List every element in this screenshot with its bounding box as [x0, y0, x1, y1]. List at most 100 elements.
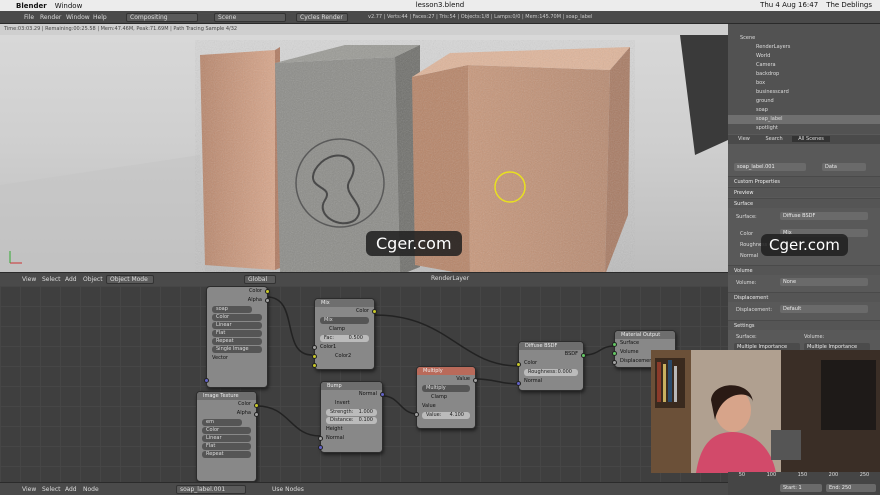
- panel-surface[interactable]: Surface: [728, 198, 880, 208]
- panel-settings[interactable]: Settings: [728, 320, 880, 330]
- it1-source-dropdown[interactable]: Single Image: [212, 346, 262, 353]
- socket[interactable]: [204, 378, 209, 383]
- 3d-viewport[interactable]: Cger.com: [0, 35, 728, 272]
- bump-distance-field[interactable]: Distance: 0.100: [326, 417, 377, 424]
- socket[interactable]: [516, 362, 521, 367]
- outliner-item-world[interactable]: World: [728, 52, 880, 61]
- socket[interactable]: [581, 353, 586, 358]
- bump-invert[interactable]: Invert: [321, 399, 382, 408]
- material-slot-field[interactable]: soap_label.001: [734, 163, 806, 171]
- multiply-value-field[interactable]: Value: 4.100: [422, 412, 470, 419]
- vp-menu-add[interactable]: Add: [65, 276, 77, 283]
- it2-projection-dropdown[interactable]: Flat: [202, 443, 251, 450]
- vp-menu-object[interactable]: Object: [83, 276, 103, 283]
- outliner-search-label[interactable]: Search: [765, 136, 782, 142]
- outliner-item-renderlayers[interactable]: RenderLayers: [728, 43, 880, 52]
- node-diffuse-bsdf[interactable]: Diffuse BSDF BSDF Color Roughness: 0.000…: [516, 341, 586, 391]
- start-frame-field[interactable]: Start: 1: [780, 484, 822, 492]
- menu-file[interactable]: File: [24, 14, 34, 21]
- it1-color-dropdown[interactable]: Color: [212, 314, 262, 321]
- outliner-item-camera[interactable]: Camera: [728, 61, 880, 70]
- node-multiply[interactable]: Multiply Value Multiply Clamp Value Valu…: [414, 366, 478, 429]
- use-nodes-checkbox[interactable]: Use Nodes: [272, 486, 304, 493]
- render-layer-dropdown[interactable]: RenderLayer: [428, 275, 469, 284]
- panel-preview[interactable]: Preview: [728, 187, 880, 197]
- socket[interactable]: [414, 412, 419, 417]
- socket[interactable]: [612, 351, 617, 356]
- socket[interactable]: [318, 445, 323, 450]
- menu-window[interactable]: Window: [66, 14, 90, 21]
- outliner-item-box[interactable]: box: [728, 79, 880, 88]
- socket[interactable]: [265, 298, 270, 303]
- outliner-item-businesscard[interactable]: businesscard: [728, 88, 880, 97]
- ne-menu-view[interactable]: View: [22, 486, 36, 493]
- bump-strength-field[interactable]: Strength: 1.000: [326, 409, 377, 416]
- ne-menu-select[interactable]: Select: [42, 486, 61, 493]
- user-name[interactable]: The Deblings: [826, 1, 872, 9]
- socket[interactable]: [312, 354, 317, 359]
- timeline[interactable]: 50 100 150 200 250 Start: 1 End: 250: [728, 472, 880, 495]
- ne-menu-add[interactable]: Add: [65, 486, 77, 493]
- panel-volume[interactable]: Volume: [728, 265, 880, 275]
- clock[interactable]: Thu 4 Aug 16:47: [760, 1, 818, 9]
- multiply-operation-dropdown[interactable]: Multiply: [422, 385, 470, 392]
- menu-help[interactable]: Help: [93, 14, 107, 21]
- surface-dropdown[interactable]: Diffuse BSDF: [780, 212, 868, 220]
- outliner-view-menu[interactable]: View: [738, 136, 750, 142]
- material-name-field[interactable]: soap_label.001: [176, 485, 246, 494]
- socket[interactable]: [473, 378, 478, 383]
- mix-blend-dropdown[interactable]: Mix: [320, 317, 369, 324]
- outliner-filter-dropdown[interactable]: All Scenes: [792, 136, 830, 142]
- outliner-item-soap[interactable]: soap: [728, 106, 880, 115]
- socket[interactable]: [380, 392, 385, 397]
- menu-render[interactable]: Render: [40, 14, 61, 21]
- mix-fac-field[interactable]: Fac: 0.500: [320, 335, 369, 342]
- outliner-item-scene[interactable]: Scene: [728, 34, 880, 43]
- socket[interactable]: [312, 363, 317, 368]
- end-frame-field[interactable]: End: 250: [826, 484, 876, 492]
- volume-dropdown[interactable]: None: [780, 278, 868, 286]
- vp-menu-select[interactable]: Select: [42, 276, 61, 283]
- panel-displacement[interactable]: Displacement: [728, 292, 880, 302]
- outliner-item-soap-label[interactable]: soap_label: [728, 115, 880, 124]
- it1-extension-dropdown[interactable]: Repeat: [212, 338, 262, 345]
- outliner-item-ground[interactable]: ground: [728, 97, 880, 106]
- socket[interactable]: [254, 412, 259, 417]
- it2-image-field[interactable]: em: [202, 419, 242, 426]
- orientation-dropdown[interactable]: Global: [244, 275, 276, 284]
- multiply-clamp[interactable]: Clamp: [417, 393, 475, 402]
- scene-dropdown[interactable]: Scene: [214, 13, 286, 22]
- it2-extension-dropdown[interactable]: Repeat: [202, 451, 251, 458]
- socket[interactable]: [516, 381, 521, 386]
- data-dropdown[interactable]: Data: [822, 163, 866, 171]
- layout-dropdown[interactable]: Compositing: [126, 13, 198, 22]
- socket[interactable]: [372, 309, 377, 314]
- mix-clamp[interactable]: Clamp: [315, 325, 374, 334]
- node-image-texture-2[interactable]: Image Texture Color Alpha em Color Linea…: [196, 391, 259, 482]
- node-image-texture-1[interactable]: Color Alpha soap Color Linear Flat Repea…: [204, 286, 270, 388]
- outliner-item-spotlight[interactable]: spotlight: [728, 124, 880, 134]
- outliner-item-backdrop[interactable]: backdrop: [728, 70, 880, 79]
- socket[interactable]: [254, 403, 259, 408]
- socket[interactable]: [612, 342, 617, 347]
- it2-interp-dropdown[interactable]: Linear: [202, 435, 251, 442]
- outliner[interactable]: Scene RenderLayers World Camera backdrop…: [728, 24, 880, 134]
- node-editor[interactable]: Color Alpha soap Color Linear Flat Repea…: [0, 286, 728, 482]
- it1-image-field[interactable]: soap: [212, 306, 252, 313]
- ne-menu-node[interactable]: Node: [83, 486, 99, 493]
- render-engine-dropdown[interactable]: Cycles Render: [296, 13, 348, 22]
- panel-custom-properties[interactable]: Custom Properties: [728, 176, 880, 186]
- socket[interactable]: [265, 289, 270, 294]
- displacement-dropdown[interactable]: Default: [780, 305, 868, 313]
- vp-menu-view[interactable]: View: [22, 276, 36, 283]
- node-mix[interactable]: Mix Color Mix Clamp Fac: 0.500 Color1 Co…: [312, 298, 377, 370]
- socket[interactable]: [318, 436, 323, 441]
- mode-dropdown[interactable]: Object Mode: [106, 275, 154, 284]
- node-bump[interactable]: Bump Normal Invert Strength: 1.000 Dista…: [318, 381, 385, 453]
- diffuse-roughness-field[interactable]: Roughness: 0.000: [524, 369, 578, 376]
- socket[interactable]: [312, 345, 317, 350]
- it1-projection-dropdown[interactable]: Flat: [212, 330, 262, 337]
- socket[interactable]: [612, 360, 617, 365]
- it2-color-dropdown[interactable]: Color: [202, 427, 251, 434]
- it1-interp-dropdown[interactable]: Linear: [212, 322, 262, 329]
